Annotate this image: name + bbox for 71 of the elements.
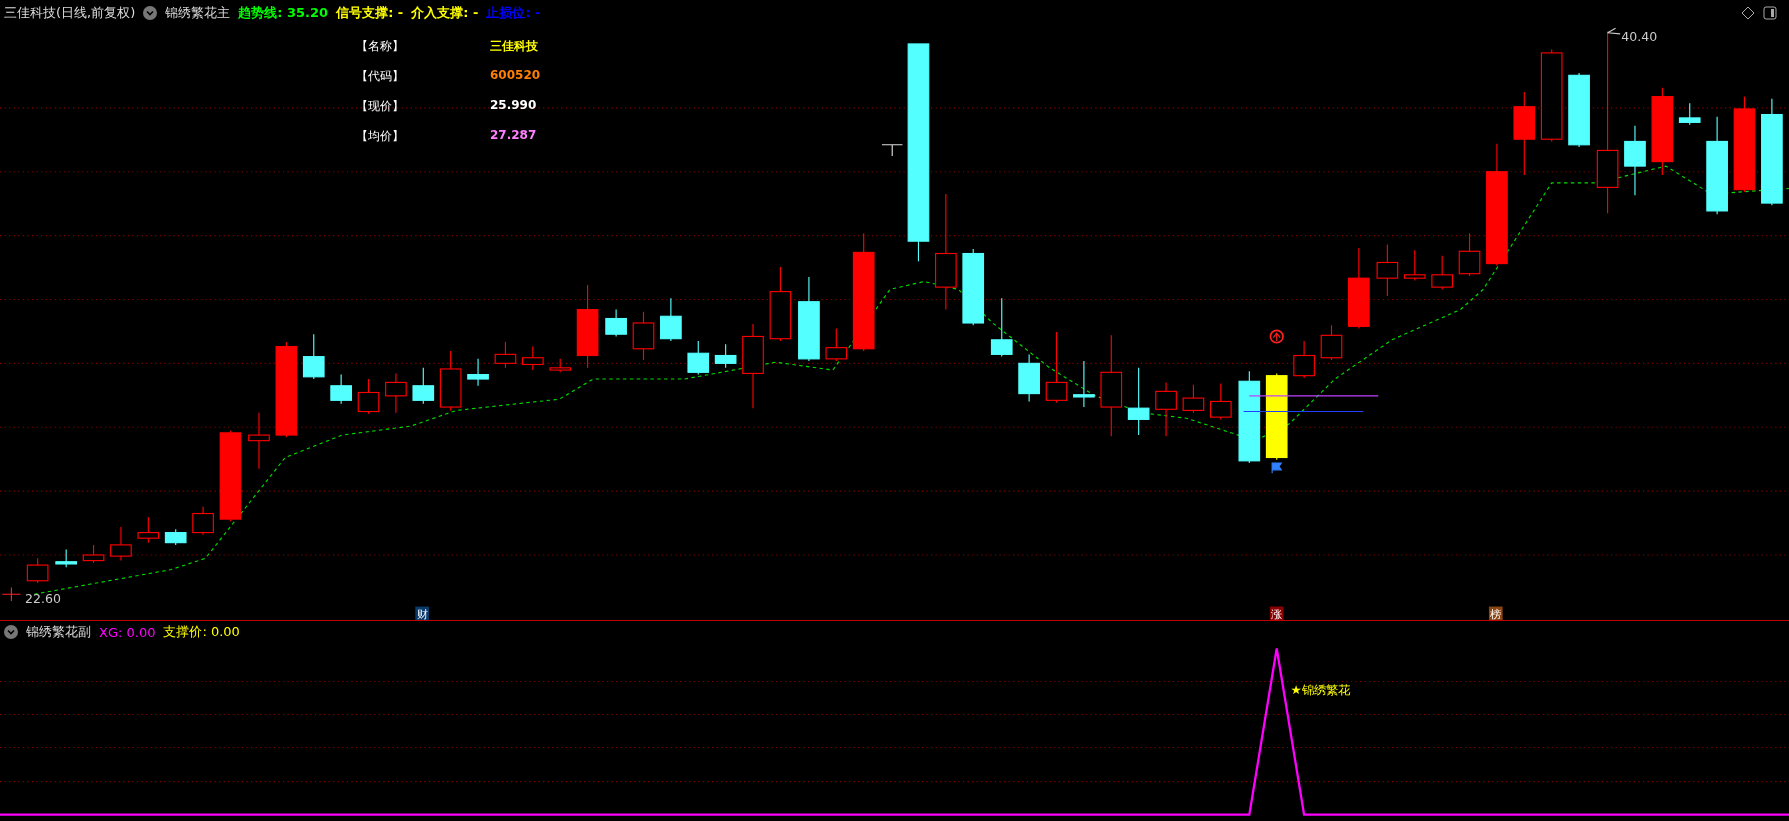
indicator-value: 介入支撑: - — [411, 4, 479, 22]
crosshair-mark-icon — [881, 144, 904, 157]
indicator-value: XG: 0.00 — [99, 624, 156, 640]
arrow-circle-icon — [1269, 329, 1284, 344]
indicator-value: 支撑价: 0.00 — [163, 623, 240, 641]
candlestick — [1293, 340, 1315, 379]
info-value: 三佳科技 — [490, 38, 539, 55]
info-label: 【现价】 — [356, 98, 405, 115]
candlestick — [1209, 382, 1232, 420]
candlestick — [137, 516, 160, 544]
candlestick — [714, 343, 737, 369]
candlestick — [1403, 249, 1426, 281]
candlestick — [494, 341, 517, 369]
collapse-icon[interactable] — [143, 6, 158, 20]
candlestick — [825, 328, 848, 362]
event-marker[interactable]: 财 — [415, 606, 429, 620]
candlestick — [330, 374, 352, 405]
candlestick — [1678, 102, 1701, 126]
candlestick — [439, 350, 462, 411]
candlestick — [82, 544, 105, 564]
candlestick — [1018, 353, 1040, 402]
indicator-value: 止损位: - — [486, 4, 541, 22]
candlestick — [412, 367, 435, 405]
pointer-icon — [1607, 27, 1621, 35]
candlestick — [302, 333, 325, 380]
candlestick — [1624, 125, 1646, 196]
info-label: 【名称】 — [356, 38, 405, 55]
candlestick — [385, 372, 407, 414]
candlestick — [660, 297, 682, 342]
candlestick — [1320, 324, 1343, 361]
indicator-value: 趋势线: 35.20 — [238, 4, 329, 22]
info-label: 【代码】 — [356, 68, 405, 85]
candlestick — [357, 378, 380, 415]
candlestick — [1182, 384, 1205, 414]
indicator-value: 信号支撑: - — [336, 4, 404, 22]
event-marker[interactable]: 涨 — [1269, 606, 1284, 620]
panel-toggle-icon[interactable] — [1763, 6, 1777, 20]
candlestick — [467, 358, 489, 387]
candlestick — [248, 412, 270, 470]
diamond-icon[interactable] — [1741, 6, 1755, 20]
event-marker[interactable]: 榜 — [1488, 606, 1503, 620]
candlestick — [1458, 232, 1481, 277]
low-price-label: 22.60 — [25, 591, 61, 607]
candlestick — [55, 548, 77, 568]
chart-title: 三佳科技(日线,前复权) — [4, 4, 136, 22]
candlestick — [549, 358, 572, 373]
collapse-icon[interactable] — [4, 625, 18, 639]
indicator-name[interactable]: 锦绣繁花副 — [26, 623, 91, 641]
info-value: 27.287 — [490, 128, 538, 144]
candlestick — [1127, 367, 1150, 436]
candlestick — [605, 309, 627, 337]
candlestick — [1155, 381, 1177, 437]
candlestick — [1073, 360, 1095, 408]
flag-icon — [1271, 462, 1283, 474]
info-label: 【均价】 — [356, 128, 405, 145]
candlestick — [522, 345, 544, 371]
indicator-name[interactable]: 锦绣繁花主 — [165, 4, 231, 22]
low-mark-icon — [1, 586, 22, 602]
signal-annotation: ★锦绣繁花 — [1290, 682, 1351, 697]
candlestick — [192, 506, 214, 536]
candlestick — [110, 526, 132, 562]
candlestick — [687, 340, 710, 376]
candlestick — [1431, 255, 1453, 290]
high-price-label: 40.40 — [1621, 28, 1658, 44]
info-value: 600520 — [490, 68, 541, 84]
candlestick — [26, 557, 49, 584]
candlestick — [632, 311, 655, 361]
candlestick — [990, 297, 1013, 358]
info-value: 25.990 — [490, 98, 538, 114]
candlestick — [1376, 244, 1399, 297]
candlestick — [164, 528, 187, 546]
